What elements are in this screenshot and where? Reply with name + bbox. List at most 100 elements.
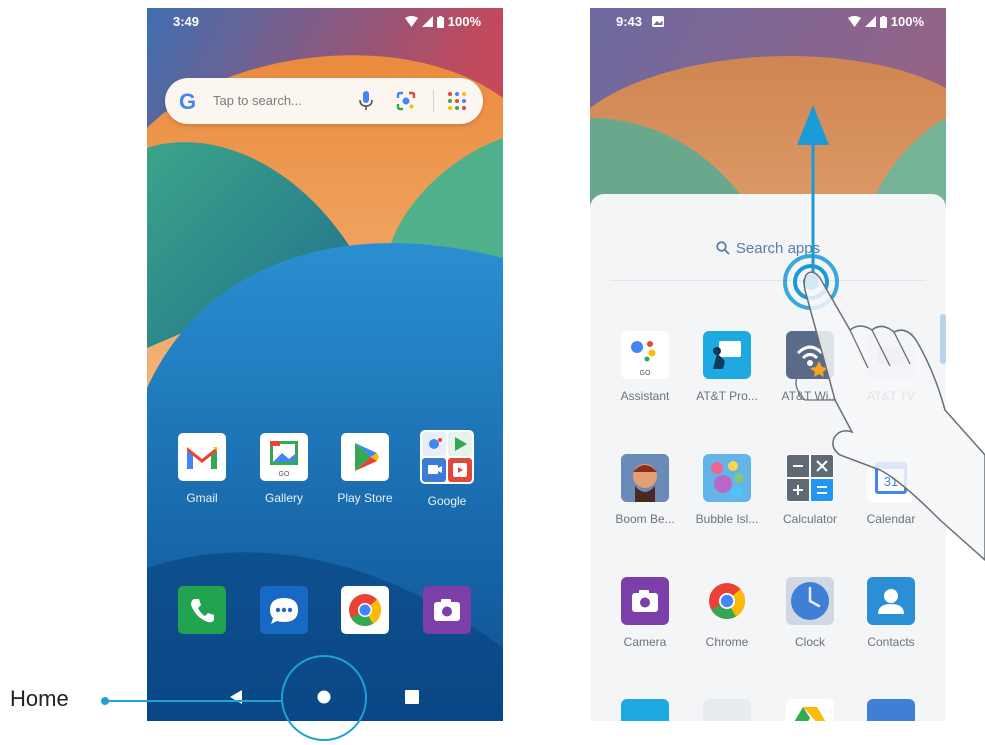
drawer-app-partial[interactable] xyxy=(768,699,852,721)
app-icon xyxy=(621,699,669,721)
clock-icon xyxy=(786,577,834,625)
bubble-island-icon xyxy=(703,454,751,502)
signal-icon xyxy=(864,16,876,27)
app-label: Bubble Isl... xyxy=(695,512,759,526)
app-label: Google xyxy=(427,494,467,508)
drawer-app-partial[interactable] xyxy=(685,699,769,721)
app-label: Chrome xyxy=(705,635,749,649)
back-icon[interactable] xyxy=(229,689,243,705)
status-bar: 9:43 100% xyxy=(590,8,946,34)
google-search-bar[interactable]: G Tap to search... xyxy=(165,78,483,124)
app-label: Gallery xyxy=(264,491,303,505)
att-pro-icon xyxy=(703,331,751,379)
search-placeholder[interactable]: Tap to search... xyxy=(213,93,302,108)
drawer-divider xyxy=(610,280,926,281)
chrome-icon xyxy=(341,586,389,634)
annotation-line xyxy=(108,700,282,702)
app-label: Play Store xyxy=(337,491,393,505)
lens-icon[interactable] xyxy=(395,90,417,112)
app-google-folder[interactable]: Google xyxy=(407,430,487,508)
dock-messages[interactable] xyxy=(244,586,324,634)
gallery-icon: GO xyxy=(260,433,308,481)
drawer-app-att-pro[interactable]: AT&T Pro... xyxy=(685,331,769,403)
wifi-icon xyxy=(404,16,418,27)
search-icon xyxy=(716,241,730,255)
app-label: AT&T Pro... xyxy=(696,389,758,403)
drawer-app-boom-beach[interactable]: Boom Be... xyxy=(603,454,687,526)
status-time: 3:49 xyxy=(173,14,200,29)
app-icon xyxy=(867,699,915,721)
google-folder-icon xyxy=(420,430,474,484)
recents-icon[interactable] xyxy=(405,690,419,704)
drawer-app-calculator[interactable]: Calculator xyxy=(768,454,852,526)
gallery-notification-icon xyxy=(652,16,664,27)
signal-icon xyxy=(421,16,433,27)
app-label: Boom Be... xyxy=(615,512,675,526)
drawer-app-bubble-island[interactable]: Bubble Isl... xyxy=(685,454,769,526)
battery-level: 100% xyxy=(447,14,481,29)
app-label: AT&T TV xyxy=(866,389,915,403)
drawer-app-calendar[interactable]: 31 Calendar xyxy=(849,454,933,526)
boom-beach-icon xyxy=(621,454,669,502)
drawer-search-placeholder: Search apps xyxy=(735,240,821,257)
drawer-app-camera[interactable]: Camera xyxy=(603,577,687,649)
drawer-app-partial[interactable] xyxy=(603,699,687,721)
app-label: Camera xyxy=(623,635,667,649)
home-highlight-circle xyxy=(281,655,367,741)
app-play-store[interactable]: Play Store xyxy=(325,433,405,505)
app-label: Calendar xyxy=(866,512,916,526)
battery-icon xyxy=(436,15,444,28)
app-drawer[interactable]: Search apps GO Assistant AT&T Pro... AT&… xyxy=(590,194,946,721)
camera-icon xyxy=(423,586,471,634)
app-label: Gmail xyxy=(186,491,218,505)
wifi-icon xyxy=(847,16,861,27)
app-label: Clock xyxy=(794,635,825,649)
svg-text:GO: GO xyxy=(279,471,290,478)
app-label: AT&T Wi... xyxy=(781,389,839,403)
chrome-icon xyxy=(703,577,751,625)
app-label: Contacts xyxy=(867,635,915,649)
drawer-scrollbar[interactable] xyxy=(940,314,946,364)
drawer-app-clock[interactable]: Clock xyxy=(768,577,852,649)
app-grid-icon[interactable] xyxy=(447,91,467,111)
drawer-app-partial[interactable] xyxy=(849,699,933,721)
svg-text:GO: GO xyxy=(640,370,651,377)
drawer-app-assistant[interactable]: GO Assistant xyxy=(603,331,687,403)
drawer-app-att-tv[interactable]: AT&T TV xyxy=(849,331,933,403)
app-drawer-screen: 9:43 100% Search apps GO Assistant AT&T … xyxy=(590,8,946,721)
app-gmail[interactable]: Gmail xyxy=(162,433,242,505)
app-gallery[interactable]: GO Gallery xyxy=(244,433,324,505)
google-g-icon: G xyxy=(179,89,197,114)
app-icon xyxy=(703,699,751,721)
home-annotation-label: Home xyxy=(10,686,69,711)
camera-icon xyxy=(621,577,669,625)
app-label: Assistant xyxy=(620,389,670,403)
mic-icon[interactable] xyxy=(358,90,374,112)
messages-icon xyxy=(260,586,308,634)
drawer-search-field[interactable]: Search apps xyxy=(590,240,946,257)
dock-phone[interactable] xyxy=(162,586,242,634)
dock-chrome[interactable] xyxy=(325,586,405,634)
drawer-app-chrome[interactable]: Chrome xyxy=(685,577,769,649)
status-time: 9:43 xyxy=(616,14,643,29)
dock-camera[interactable] xyxy=(407,586,487,634)
att-wifi-icon xyxy=(786,331,834,379)
contacts-icon xyxy=(867,577,915,625)
app-label: Calculator xyxy=(782,512,838,526)
calculator-icon xyxy=(786,454,834,502)
att-tv-icon xyxy=(867,331,915,379)
calendar-icon: 31 xyxy=(867,454,915,502)
assistant-icon: GO xyxy=(621,331,669,379)
drawer-app-att-wifi[interactable]: AT&T Wi... xyxy=(768,331,852,403)
home-screen: 3:49 100% G Tap to search... Gmail GO Ga… xyxy=(147,8,503,721)
search-divider xyxy=(433,90,434,112)
play-store-icon xyxy=(341,433,389,481)
battery-icon xyxy=(879,15,887,28)
drawer-app-contacts[interactable]: Contacts xyxy=(849,577,933,649)
phone-icon xyxy=(178,586,226,634)
drive-icon xyxy=(786,699,834,721)
svg-text:31: 31 xyxy=(884,474,898,489)
status-bar: 3:49 100% xyxy=(147,8,503,34)
gmail-icon xyxy=(178,433,226,481)
battery-level: 100% xyxy=(890,14,924,29)
